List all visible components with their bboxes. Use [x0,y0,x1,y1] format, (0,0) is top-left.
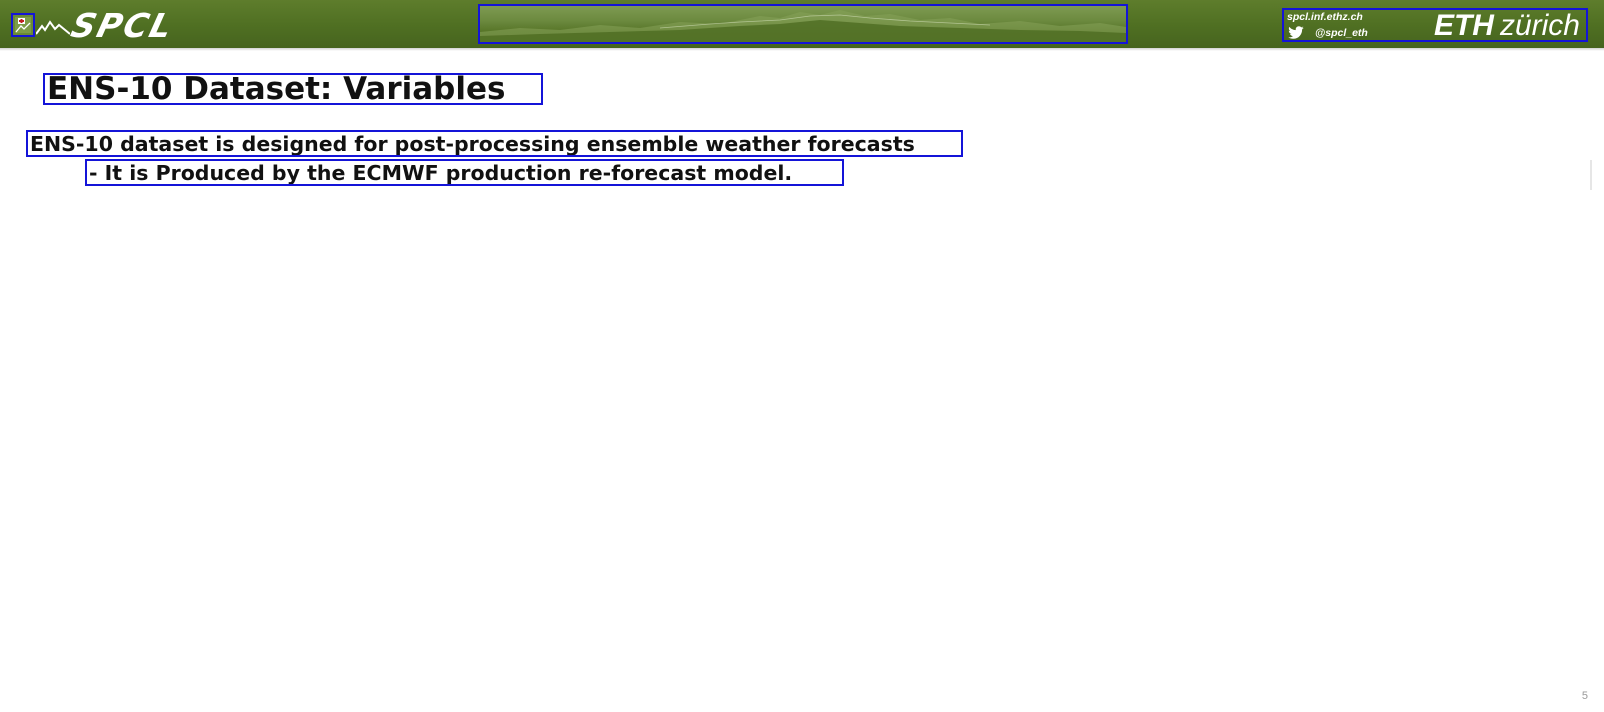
slide: SPCL spcl.inf.ethz.ch @spcl_eth ETH züri… [0,0,1604,712]
mountain-logo-icon [36,20,70,35]
twitter-row[interactable]: @spcl_eth [1287,26,1368,40]
eth-branding[interactable]: spcl.inf.ethz.ch @spcl_eth ETH zürich [1282,8,1588,42]
body-line-2[interactable]: - It is Produced by the ECMWF production… [85,159,844,186]
spcl-app-icon[interactable] [11,13,35,37]
eth-logo-light: zürich [1499,9,1580,42]
website-link[interactable]: spcl.inf.ethz.ch [1287,11,1363,23]
spcl-logo-text: SPCL [67,6,179,45]
header-bar: SPCL spcl.inf.ethz.ch @spcl_eth ETH züri… [0,0,1604,48]
body-line-1[interactable]: ENS-10 dataset is designed for post-proc… [26,130,963,157]
page-number: 5 [1581,690,1588,702]
edge-divider [1590,160,1592,190]
mountain-panorama-icon [480,10,1126,42]
flag-icon [15,17,31,33]
eth-zurich-logo: ETH zürich [1434,10,1580,42]
spcl-logo: SPCL [36,6,178,45]
slide-title[interactable]: ENS-10 Dataset: Variables [43,73,543,105]
mountain-banner[interactable] [478,4,1128,44]
twitter-handle: @spcl_eth [1315,27,1368,39]
eth-logo-bold: ETH [1433,9,1494,42]
header-shadow [0,48,1604,51]
twitter-icon [1288,26,1304,39]
